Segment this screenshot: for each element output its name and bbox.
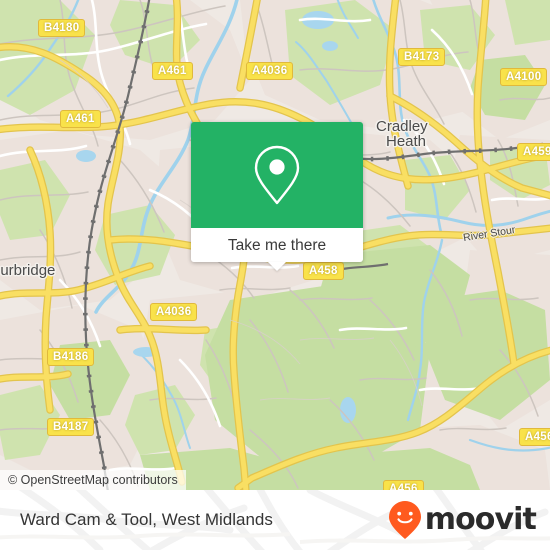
road-shield: A4100	[500, 68, 548, 86]
map-screenshot: B4180 A461 A4036 B4173 A4100 A461 A459 A…	[0, 0, 550, 550]
place-label-heath: Heath	[386, 133, 427, 150]
road-shield: A461	[60, 110, 101, 128]
take-me-there-button[interactable]: Take me there	[191, 228, 363, 271]
footer-bar: Ward Cam & Tool, West Midlands moovit	[0, 490, 550, 550]
take-me-there-label: Take me there	[227, 236, 327, 254]
road-shield: A458	[303, 262, 344, 280]
road-shield: B4186	[47, 348, 95, 366]
place-label-stourbridge: ourbridge	[0, 262, 56, 279]
moovit-smiley-pin-icon	[388, 501, 421, 539]
osm-attribution[interactable]: © OpenStreetMap contributors	[0, 470, 186, 490]
moovit-logo[interactable]: moovit	[388, 490, 537, 550]
location-title: Ward Cam & Tool, West Midlands	[20, 510, 273, 529]
callout-pin-panel	[191, 122, 363, 228]
moovit-wordmark: moovit	[424, 502, 537, 537]
road-shield: A4036	[150, 303, 198, 321]
road-shield: A456	[519, 428, 550, 446]
road-shield: B4173	[398, 48, 446, 66]
map-pin-icon	[254, 145, 300, 205]
callout-tail	[268, 262, 286, 271]
road-shield: B4187	[47, 418, 95, 436]
road-shield: A456	[383, 480, 424, 490]
road-shield: A461	[152, 62, 193, 80]
road-shield: B4180	[38, 19, 86, 37]
location-callout[interactable]: Take me there	[191, 122, 363, 271]
map-canvas[interactable]: B4180 A461 A4036 B4173 A4100 A461 A459 A…	[0, 0, 550, 490]
road-shield: A4036	[246, 62, 294, 80]
road-shield: A459	[517, 143, 550, 161]
